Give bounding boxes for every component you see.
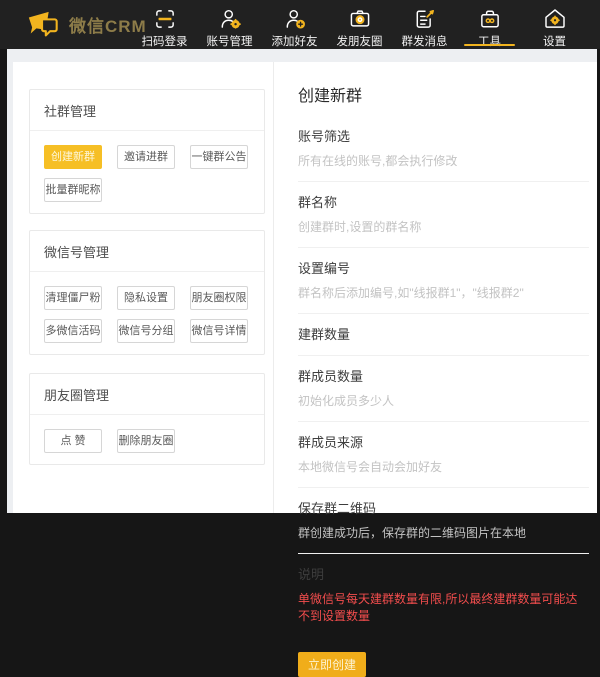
sidebar-card-buttons: 创建新群 邀请进群 一键群公告 批量群昵称 <box>30 131 264 213</box>
main-area: 社群管理 创建新群 邀请进群 一键群公告 批量群昵称 微信号管理 清理僵尸粉 隐… <box>7 49 597 513</box>
form-section-label: 账号筛选 <box>298 126 589 145</box>
form-section-label: 建群数量 <box>298 324 589 343</box>
nav-item-label: 群发消息 <box>402 33 448 49</box>
form-section-说明: 说明 单微信号每天建群数量有限,所以最终建群数量可能达不到设置数量 <box>298 554 589 636</box>
nav-item-设置[interactable]: 设置 <box>522 0 587 49</box>
sidebar-card-buttons: 清理僵尸粉 隐私设置 朋友圈权限 多微信活码 微信号分组 微信号详情 <box>30 272 264 354</box>
form-section-label: 群名称 <box>298 192 589 211</box>
nav-item-label: 添加好友 <box>272 33 318 49</box>
nav-item-扫码登录[interactable]: 扫码登录 <box>132 0 197 49</box>
nav-item-label: 发朋友圈 <box>337 33 383 49</box>
sidebar-button-邀请进群[interactable]: 邀请进群 <box>117 145 175 169</box>
nav-item-账号管理[interactable]: 账号管理 <box>197 0 262 49</box>
nav-item-添加好友[interactable]: 添加好友 <box>262 0 327 49</box>
content-panel: 社群管理 创建新群 邀请进群 一键群公告 批量群昵称 微信号管理 清理僵尸粉 隐… <box>13 62 597 513</box>
sidebar-card-buttons: 点 赞 删除朋友圈 <box>30 415 264 464</box>
sidebar-card-title: 微信号管理 <box>30 231 264 272</box>
form-section-desc: 所有在线的账号,都会执行修改 <box>298 152 589 169</box>
form-section-desc: 群创建成功后，保存群的二维码图片在本地 <box>298 524 589 541</box>
camera-icon <box>347 7 373 31</box>
sidebar-button-隐私设置[interactable]: 隐私设置 <box>117 286 175 310</box>
home-gear-icon <box>542 7 568 31</box>
sidebar-card-社群管理: 社群管理 创建新群 邀请进群 一键群公告 批量群昵称 <box>29 89 265 214</box>
sidebar-button-微信号详情[interactable]: 微信号详情 <box>190 319 248 343</box>
sidebar-card-朋友圈管理: 朋友圈管理 点 赞 删除朋友圈 <box>29 373 265 465</box>
page-title: 创建新群 <box>298 82 589 106</box>
brand: 微信CRM <box>0 9 130 41</box>
form-section-保存群二维码: 保存群二维码 群创建成功后，保存群的二维码图片在本地 <box>298 488 589 554</box>
sidebar-button-微信号分组[interactable]: 微信号分组 <box>117 319 175 343</box>
form-section-label: 群成员数量 <box>298 366 589 385</box>
form-section-设置编号: 设置编号 群名称后添加编号,如"线报群1"，"线报群2" <box>298 248 589 314</box>
form-section-群成员数量: 群成员数量 初始化成员多少人 <box>298 356 589 422</box>
form-section-desc: 群名称后添加编号,如"线报群1"，"线报群2" <box>298 284 589 301</box>
create-group-form: 创建新群 账号筛选 所有在线的账号,都会执行修改 群名称 创建群时,设置的群名称… <box>273 62 597 513</box>
form-section-label: 保存群二维码 <box>298 498 589 517</box>
sidebar-button-清理僵尸粉[interactable]: 清理僵尸粉 <box>44 286 102 310</box>
chat-bubbles-icon <box>26 9 60 41</box>
nav-menu: 扫码登录 账号管理 添加好友 发朋友圈 群发消息 工具 设置 <box>132 0 587 49</box>
sidebar-button-多微信活码[interactable]: 多微信活码 <box>44 319 102 343</box>
toolbox-icon <box>477 7 503 31</box>
form-section-label: 设置编号 <box>298 258 589 277</box>
user-add-icon <box>282 7 308 31</box>
sidebar-button-朋友圈权限[interactable]: 朋友圈权限 <box>190 286 248 310</box>
form-sections: 账号筛选 所有在线的账号,都会执行修改 群名称 创建群时,设置的群名称 设置编号… <box>298 116 589 636</box>
top-navbar: 微信CRM 扫码登录 账号管理 添加好友 发朋友圈 群发消息 工具 设置 <box>0 0 600 49</box>
qr-scan-icon <box>152 7 178 31</box>
user-gear-icon <box>217 7 243 31</box>
sidebar-card-微信号管理: 微信号管理 清理僵尸粉 隐私设置 朋友圈权限 多微信活码 微信号分组 微信号详情 <box>29 230 265 355</box>
nav-item-发朋友圈[interactable]: 发朋友圈 <box>327 0 392 49</box>
nav-item-label: 扫码登录 <box>142 33 188 49</box>
create-now-button[interactable]: 立即创建 <box>298 652 366 677</box>
nav-item-label: 账号管理 <box>207 33 253 49</box>
sidebar-button-批量群昵称[interactable]: 批量群昵称 <box>44 178 102 202</box>
sidebar-button-删除朋友圈[interactable]: 删除朋友圈 <box>117 429 175 453</box>
form-section-群成员来源: 群成员来源 本地微信号会自动会加好友 <box>298 422 589 488</box>
nav-item-label: 设置 <box>543 33 566 49</box>
sidebar-button-一键群公告[interactable]: 一键群公告 <box>190 145 248 169</box>
nav-item-label: 工具 <box>478 33 501 49</box>
form-section-desc: 创建群时,设置的群名称 <box>298 218 589 235</box>
form-section-账号筛选: 账号筛选 所有在线的账号,都会执行修改 <box>298 116 589 182</box>
form-section-desc: 本地微信号会自动会加好友 <box>298 458 589 475</box>
form-section-label: 说明 <box>298 564 589 583</box>
warning-text: 单微信号每天建群数量有限,所以最终建群数量可能达不到设置数量 <box>298 590 589 624</box>
message-edit-icon <box>412 7 438 31</box>
sidebar-button-创建新群[interactable]: 创建新群 <box>44 145 102 169</box>
nav-item-群发消息[interactable]: 群发消息 <box>392 0 457 49</box>
sidebar-card-title: 朋友圈管理 <box>30 374 264 415</box>
nav-item-工具[interactable]: 工具 <box>457 0 522 49</box>
sidebar-button-点赞[interactable]: 点 赞 <box>44 429 102 453</box>
form-section-label: 群成员来源 <box>298 432 589 451</box>
form-section-群名称: 群名称 创建群时,设置的群名称 <box>298 182 589 248</box>
form-section-建群数量: 建群数量 <box>298 314 589 356</box>
sidebar: 社群管理 创建新群 邀请进群 一键群公告 批量群昵称 微信号管理 清理僵尸粉 隐… <box>13 62 273 513</box>
sidebar-card-title: 社群管理 <box>30 90 264 131</box>
form-section-desc: 初始化成员多少人 <box>298 392 589 409</box>
